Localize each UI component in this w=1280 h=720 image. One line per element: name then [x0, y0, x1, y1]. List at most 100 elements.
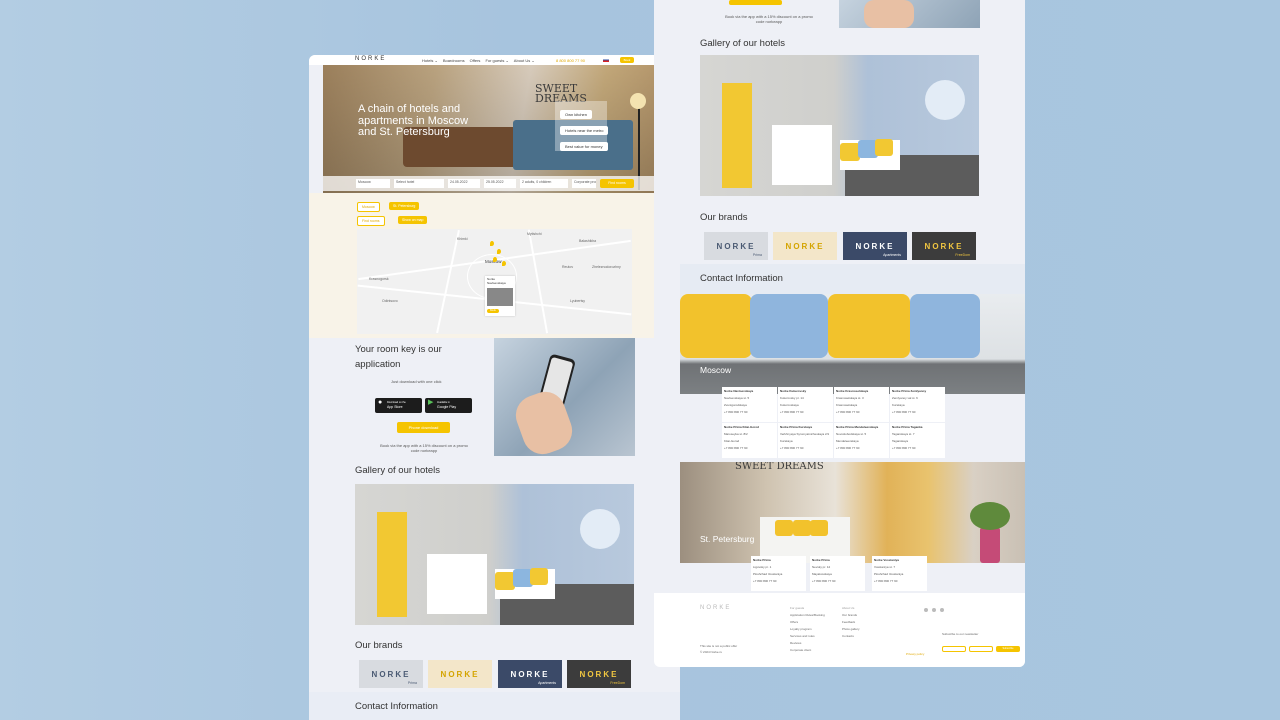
brand-norke-prima[interactable]: NORKE Prima	[359, 660, 423, 688]
hotel-name: Norke Prima Zemlyanoy	[892, 389, 927, 393]
header-book-button[interactable]: Book	[620, 57, 634, 63]
hero-title: A chain of hotels and apartments in Mosc…	[358, 103, 469, 138]
hotel-phone[interactable]: +7 800 800 77 90	[874, 579, 925, 586]
find-rooms-tag[interactable]: Find rooms	[357, 216, 385, 226]
st-petersburg-photo: SWEET DREAMS	[680, 462, 1025, 563]
hotel-metro: Kutuzovskaya	[780, 403, 799, 407]
instagram-icon[interactable]	[940, 608, 944, 612]
map-hotel-popup[interactable]: Norke Navtsevskaya Book	[485, 276, 515, 316]
hotel-metro: Mendeleevskaya	[836, 439, 859, 443]
gallery-photo[interactable]	[700, 55, 979, 196]
phone-in-hand-photo	[839, 0, 980, 28]
hotel-metro: Mayakovskaya	[812, 572, 832, 576]
hotel-select[interactable]: Select hotel	[394, 179, 444, 188]
checkin-date[interactable]: 24.05.2022	[448, 179, 480, 188]
brand-norke-apartments[interactable]: NORKE Apartments	[843, 232, 907, 260]
vk-icon[interactable]	[924, 608, 928, 612]
google-play-button[interactable]: ▶ Available in Google Play	[425, 398, 472, 413]
hotel-phone[interactable]: +7 800 800 77 90	[892, 446, 943, 453]
footer-link[interactable]: Our brands	[842, 612, 857, 619]
site-footer: NORKE For guests Application Rules/Booki…	[654, 593, 1025, 667]
header-phone[interactable]: 8 800 800 77 90	[556, 58, 585, 63]
promo-code-input[interactable]: Corporate promo code	[572, 179, 596, 188]
moscow-hotel-card[interactable]: Norke Kutuzovsky Kutuzovsky pr. 14 Kutuzov…	[778, 387, 833, 422]
hotels-map[interactable]: Khimki Balashikha Moscow Lyubertsy Odint…	[357, 229, 632, 334]
nav-boardrooms[interactable]: Boardrooms	[443, 58, 465, 63]
hotel-phone[interactable]: +7 800 800 77 90	[892, 410, 943, 417]
tab-st-petersburg[interactable]: St. Petersburg	[389, 202, 420, 210]
nav-about[interactable]: About Us ⌄	[514, 58, 535, 63]
checkout-date[interactable]: 25.05.2022	[484, 179, 516, 188]
find-rooms-button[interactable]: Find rooms	[600, 179, 634, 188]
footer-link[interactable]: Photo gallery	[842, 626, 860, 633]
guests-select[interactable]: 2 adults, 0 children	[520, 179, 568, 188]
spb-hotel-card[interactable]: Norke Vosstaniya Vosstaniya st. 7 Ploshcha…	[872, 556, 927, 591]
hotel-phone[interactable]: +7 800 800 77 90	[780, 410, 831, 417]
footer-link[interactable]: Contacts	[842, 633, 854, 640]
spb-hotel-card[interactable]: Norke Prima Ligovsky pr. 1 Ploshchad Vosst…	[751, 556, 806, 591]
moscow-hotel-card[interactable]: Norke Prima Taganka Taganskaya st. 7 Tagan…	[890, 423, 945, 458]
brand-norke-apartments[interactable]: NORKE Apartments	[498, 660, 562, 688]
brand-norke-prima[interactable]: NORKE Prima	[704, 232, 768, 260]
phone-download-button[interactable]: Phone download	[397, 422, 450, 433]
show-on-map-tag[interactable]: Show on map	[398, 216, 428, 224]
moscow-hotel-card[interactable]: Norke Prima Zemlyanoy Zemlyanoy val st. 6…	[890, 387, 945, 422]
gallery-photo[interactable]	[355, 484, 634, 625]
map-pin-icon[interactable]	[493, 257, 497, 262]
hotel-name: Norke Kutuzovsky	[780, 389, 807, 393]
brand-norke-freedom[interactable]: NORKE FreeDom	[567, 660, 631, 688]
play-icon: ▶	[428, 399, 434, 406]
hotel-name: Norke Prima Taganka	[892, 425, 923, 429]
subscribe-button[interactable]: Subscribe	[996, 646, 1020, 652]
map-pin-icon[interactable]	[502, 261, 506, 266]
nav-hotels[interactable]: Hotels ⌄	[422, 58, 438, 63]
site-logo[interactable]: NORKE	[355, 56, 386, 62]
footer-link[interactable]: Offers	[790, 619, 798, 626]
newsletter-email-input[interactable]	[969, 646, 993, 652]
hero-banner: SWEET DREAMS A chain of hotels and apart…	[323, 65, 680, 193]
footer-link[interactable]: Loyalty program	[790, 626, 812, 633]
footer-link[interactable]: Corporate client	[790, 647, 811, 654]
nav-for-guests[interactable]: For guests ⌄	[485, 58, 508, 63]
brand-norke[interactable]: NORKE	[773, 232, 837, 260]
hotel-metro: Ploshchad Vosstaniya	[753, 572, 783, 576]
hotel-phone[interactable]: +7 800 800 77 90	[753, 579, 804, 586]
brand-norke-freedom[interactable]: NORKE FreeDom	[912, 232, 976, 260]
hotel-phone[interactable]: +7 800 800 77 90	[724, 410, 775, 417]
brand-norke[interactable]: NORKE	[428, 660, 492, 688]
moscow-hotel-card[interactable]: Norke Prima Kurskaya Verkhnyaya Syromyatn…	[778, 423, 833, 458]
privacy-link[interactable]: Privacy policy	[906, 651, 924, 658]
moscow-hotel-card[interactable]: Norke Prima Kitai-Gorod Maroseyka st. 8/2…	[722, 423, 777, 458]
moscow-hotel-card[interactable]: Norke Navtsevskaya Navtsevskaya st. 5 Zven…	[722, 387, 777, 422]
feature-pill-kitchen: Own kitchen	[560, 110, 593, 119]
moscow-hotel-card[interactable]: Norke Prima Mendeleevskaya Novoslobodskay…	[834, 423, 889, 458]
telegram-icon[interactable]	[932, 608, 936, 612]
hotel-address: Zemlyanoy val st. 6	[892, 396, 918, 400]
footer-link[interactable]: Services and rules	[790, 633, 815, 640]
footer-link[interactable]: Feedback	[842, 619, 855, 626]
tab-moscow[interactable]: Moscow	[357, 202, 380, 212]
hotel-metro: Kurskaya	[892, 403, 905, 407]
newsletter-name-input[interactable]	[942, 646, 966, 652]
hotel-address: Ligovsky pr. 1	[753, 565, 772, 569]
app-store-button[interactable]: ● Download on the App Store	[375, 398, 422, 413]
spb-hotel-card[interactable]: Norke Prima Nevsky pr. 12 Mayakovskaya +7 8…	[810, 556, 865, 591]
language-flag-icon[interactable]	[603, 58, 609, 62]
hotel-phone[interactable]: +7 800 800 77 90	[836, 410, 887, 417]
city-select[interactable]: Moscow	[356, 179, 390, 188]
nav-offers[interactable]: Offers	[470, 58, 481, 63]
hotel-address: Krasnoselskaya st. 3	[836, 396, 864, 400]
popup-book-button[interactable]: Book	[487, 309, 499, 313]
hotel-phone[interactable]: +7 800 800 77 90	[724, 446, 775, 453]
hotel-phone[interactable]: +7 800 800 77 90	[836, 446, 887, 453]
footer-link[interactable]: Reviews	[790, 640, 801, 647]
footer-link[interactable]: Application Rules/Booking	[790, 612, 825, 619]
moscow-hotel-card[interactable]: Norke Krasnoselskaya Krasnoselskaya st. 3…	[834, 387, 889, 422]
map-pin-icon[interactable]	[490, 241, 494, 246]
hotel-phone[interactable]: +7 800 800 77 90	[812, 579, 863, 586]
hotel-phone[interactable]: +7 800 800 77 90	[780, 446, 831, 453]
phone-download-button[interactable]	[729, 0, 782, 5]
map-pin-icon[interactable]	[497, 249, 501, 254]
footer-logo[interactable]: NORKE	[700, 605, 731, 611]
hotel-name: Norke Prima Kurskaya	[780, 425, 813, 429]
